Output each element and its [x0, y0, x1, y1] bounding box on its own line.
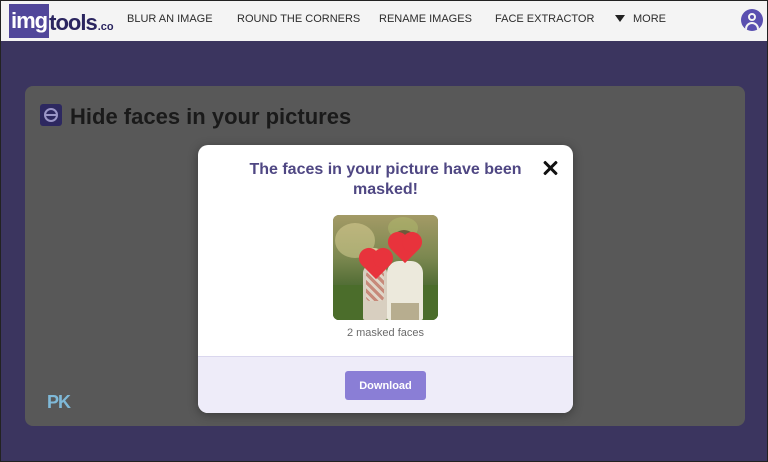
- download-button[interactable]: Download: [345, 371, 426, 400]
- logo-img-box: img: [9, 4, 50, 38]
- nav-more[interactable]: MORE: [615, 13, 666, 25]
- nav-rename-images[interactable]: RENAME IMAGES: [379, 13, 472, 25]
- nav-more-label: MORE: [633, 13, 666, 25]
- masked-photo-preview: [333, 215, 438, 320]
- face-mask-icon: [40, 104, 62, 126]
- page-title: Hide faces in your pictures: [70, 104, 352, 129]
- close-icon[interactable]: [542, 159, 560, 177]
- nav-blur-image[interactable]: BLUR AN IMAGE: [127, 13, 213, 25]
- masked-count-label: 2 masked faces: [346, 327, 425, 339]
- modal-footer: Download: [198, 356, 573, 413]
- logo-tools-text: tools: [49, 10, 98, 35]
- top-header: img tools .co BLUR AN IMAGE ROUND THE CO…: [1, 1, 767, 41]
- modal-title: The faces in your picture have been mask…: [249, 161, 522, 198]
- result-modal: The faces in your picture have been mask…: [198, 145, 573, 413]
- logo-tld-text: .co: [97, 21, 114, 33]
- user-icon[interactable]: [741, 9, 763, 31]
- caret-down-icon: [615, 15, 625, 22]
- nav-round-corners[interactable]: ROUND THE CORNERS: [237, 13, 360, 25]
- watermark-text: PK: [47, 392, 71, 412]
- nav-face-extractor[interactable]: FACE EXTRACTOR: [495, 13, 594, 25]
- site-logo[interactable]: img tools .co: [9, 4, 114, 38]
- watermark-logo: PK: [47, 392, 71, 413]
